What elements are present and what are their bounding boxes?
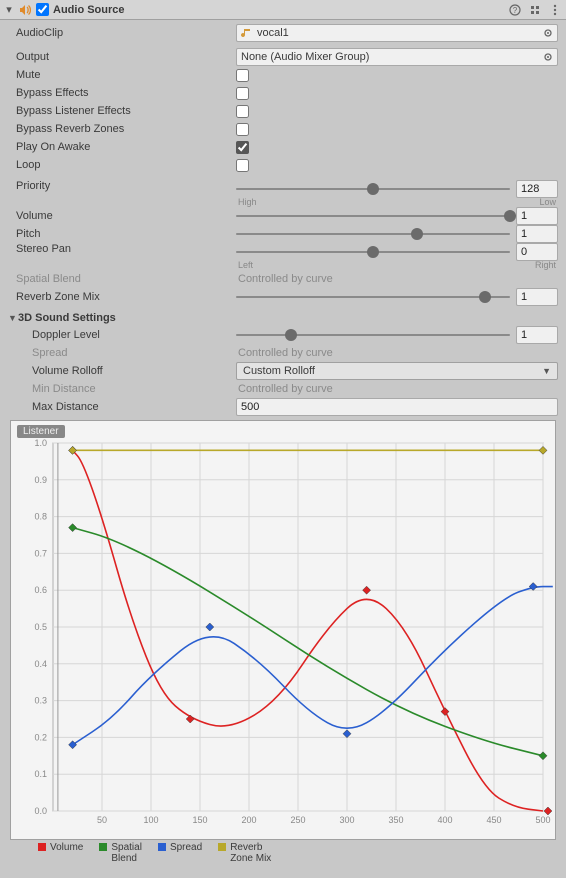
- help-icon[interactable]: ?: [508, 3, 522, 17]
- stereopan-label: Stereo Pan: [8, 243, 236, 255]
- output-label: Output: [8, 51, 236, 63]
- svg-text:500: 500: [535, 815, 550, 825]
- rolloff-curve-graph[interactable]: Listener 0.00.10.20.30.40.50.60.70.80.91…: [10, 420, 556, 840]
- context-menu-icon[interactable]: [548, 3, 562, 17]
- svg-text:?: ?: [513, 6, 518, 15]
- mute-label: Mute: [8, 69, 236, 81]
- foldout-toggle[interactable]: ▾: [4, 3, 14, 16]
- audioclip-value: vocal1: [257, 27, 289, 39]
- bypass-reverb-checkbox[interactable]: [236, 123, 249, 136]
- audioclip-asset-icon: [241, 27, 253, 39]
- pitch-slider[interactable]: [236, 227, 510, 241]
- enable-component-checkbox[interactable]: [36, 3, 49, 16]
- chevron-down-icon: ▼: [542, 366, 551, 376]
- play-on-awake-checkbox[interactable]: [236, 141, 249, 154]
- volume-input[interactable]: [516, 207, 558, 225]
- priority-input[interactable]: [516, 180, 558, 198]
- svg-text:150: 150: [192, 815, 207, 825]
- svg-text:0.8: 0.8: [34, 512, 47, 522]
- svg-text:450: 450: [486, 815, 501, 825]
- spatialblend-controlled-text: Controlled by curve: [236, 273, 558, 285]
- svg-text:0.7: 0.7: [34, 548, 47, 558]
- audioclip-label: AudioClip: [8, 27, 236, 39]
- svg-text:0.9: 0.9: [34, 475, 47, 485]
- mute-checkbox[interactable]: [236, 69, 249, 82]
- legend-spread[interactable]: Spread: [158, 842, 202, 853]
- loop-label: Loop: [8, 159, 236, 171]
- rolloff-dropdown[interactable]: Custom Rolloff ▼: [236, 362, 558, 380]
- reverbzonemix-input[interactable]: [516, 288, 558, 306]
- bypass-effects-checkbox[interactable]: [236, 87, 249, 100]
- doppler-input[interactable]: [516, 326, 558, 344]
- svg-text:100: 100: [143, 815, 158, 825]
- bypass-listener-label: Bypass Listener Effects: [8, 105, 236, 117]
- component-body: AudioClip vocal1 Output None (Audio Mix: [0, 20, 566, 878]
- output-value: None (Audio Mixer Group): [241, 51, 369, 63]
- mindist-controlled-text: Controlled by curve: [236, 383, 558, 395]
- audio-source-inspector: ▾ Audio Source ? AudioClip vocal1: [0, 0, 566, 878]
- svg-text:0.4: 0.4: [34, 659, 47, 669]
- svg-text:250: 250: [290, 815, 305, 825]
- svg-text:200: 200: [241, 815, 256, 825]
- svg-text:1.0: 1.0: [34, 438, 47, 448]
- legend-spatial-blend[interactable]: Spatial Blend: [99, 842, 142, 864]
- priority-label: Priority: [8, 180, 236, 192]
- volume-label: Volume: [8, 210, 236, 222]
- maxdist-label: Max Distance: [8, 401, 236, 413]
- component-title: Audio Source: [53, 4, 504, 16]
- svg-text:0.5: 0.5: [34, 622, 47, 632]
- svg-text:0.6: 0.6: [34, 585, 47, 595]
- svg-text:300: 300: [339, 815, 354, 825]
- stereopan-right-label: Right: [535, 260, 556, 270]
- maxdist-input[interactable]: [236, 398, 558, 416]
- pitch-label: Pitch: [8, 228, 236, 240]
- curve-chart: 0.0 0.1 0.2 0.3 0.4 0.5 0.6 0.7 0.8 0.9 1.0 50 100 15…: [11, 421, 555, 835]
- bypass-listener-checkbox[interactable]: [236, 105, 249, 118]
- svg-text:0.3: 0.3: [34, 696, 47, 706]
- rolloff-value: Custom Rolloff: [243, 365, 315, 377]
- chevron-down-icon: ▼: [8, 313, 18, 323]
- svg-text:0.1: 0.1: [34, 769, 47, 779]
- svg-text:50: 50: [97, 815, 107, 825]
- loop-checkbox[interactable]: [236, 159, 249, 172]
- spatialblend-label: Spatial Blend: [8, 273, 236, 285]
- priority-high-label: Low: [539, 197, 556, 207]
- audioclip-field[interactable]: vocal1: [236, 24, 558, 42]
- spread-label: Spread: [8, 347, 236, 359]
- legend-volume[interactable]: Volume: [38, 842, 83, 853]
- 3d-settings-title: 3D Sound Settings: [18, 312, 116, 324]
- spread-controlled-text: Controlled by curve: [236, 347, 558, 359]
- doppler-label: Doppler Level: [8, 329, 236, 341]
- output-field[interactable]: None (Audio Mixer Group): [236, 48, 558, 66]
- component-header: ▾ Audio Source ?: [0, 0, 566, 20]
- 3d-settings-foldout[interactable]: ▼ 3D Sound Settings: [8, 312, 558, 324]
- svg-text:0.2: 0.2: [34, 732, 47, 742]
- bypass-effects-label: Bypass Effects: [8, 87, 236, 99]
- svg-text:350: 350: [388, 815, 403, 825]
- rolloff-label: Volume Rolloff: [8, 365, 236, 377]
- priority-slider[interactable]: [236, 182, 510, 196]
- volume-slider[interactable]: [236, 209, 510, 223]
- svg-text:0.0: 0.0: [34, 806, 47, 816]
- stereopan-input[interactable]: [516, 243, 558, 261]
- audiosource-icon: [18, 3, 32, 17]
- curve-legend: Volume Spatial Blend Spread Reverb Zone …: [8, 840, 558, 870]
- play-on-awake-label: Play On Awake: [8, 141, 236, 153]
- doppler-slider[interactable]: [236, 328, 510, 342]
- presets-icon[interactable]: [528, 3, 542, 17]
- bypass-reverb-label: Bypass Reverb Zones: [8, 123, 236, 135]
- reverbzonemix-label: Reverb Zone Mix: [8, 291, 236, 303]
- legend-reverb-zone-mix[interactable]: Reverb Zone Mix: [218, 842, 271, 864]
- stereopan-left-label: Left: [238, 260, 253, 270]
- pitch-input[interactable]: [516, 225, 558, 243]
- svg-text:400: 400: [437, 815, 452, 825]
- object-picker-icon[interactable]: [541, 50, 555, 64]
- stereopan-slider[interactable]: [236, 245, 510, 259]
- object-picker-icon[interactable]: [541, 26, 555, 40]
- mindist-label: Min Distance: [8, 383, 236, 395]
- priority-low-label: High: [238, 197, 257, 207]
- reverbzonemix-slider[interactable]: [236, 290, 510, 304]
